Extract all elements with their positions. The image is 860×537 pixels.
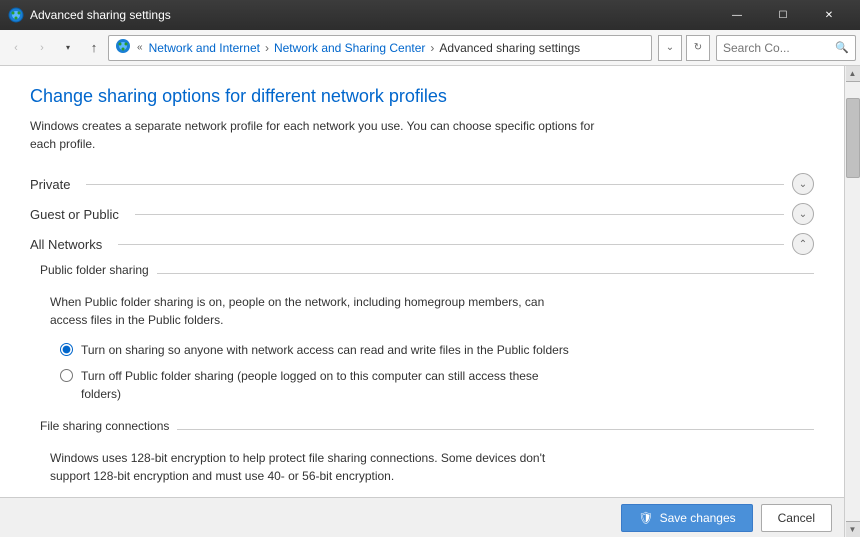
breadcrumb: « Network and Internet › Network and Sha… [115, 38, 580, 57]
window-controls: — ☐ ✕ [714, 0, 852, 30]
guest-public-label: Guest or Public [30, 207, 119, 222]
cancel-button[interactable]: Cancel [761, 504, 832, 532]
page-title: Change sharing options for different net… [30, 86, 814, 107]
back-button[interactable]: ‹ [4, 36, 28, 60]
public-folder-description: When Public folder sharing is on, people… [50, 293, 570, 329]
title-bar: Advanced sharing settings — ☐ ✕ [0, 0, 860, 30]
all-networks-section-header[interactable]: All Networks ⌃ [30, 233, 814, 255]
scroll-down-button[interactable]: ▼ [846, 521, 860, 537]
all-networks-divider [118, 244, 784, 245]
breadcrumb-advanced-sharing: Advanced sharing settings [439, 41, 580, 55]
main-container: Change sharing options for different net… [0, 66, 860, 537]
guest-public-divider [135, 214, 784, 215]
turn-on-sharing-option: Turn on sharing so anyone with network a… [60, 341, 814, 359]
private-divider [86, 184, 784, 185]
address-right: ⌄ ↻ [658, 35, 710, 61]
file-sharing-label: File sharing connections [40, 419, 169, 433]
search-box[interactable]: 🔍 [716, 35, 856, 61]
save-changes-button[interactable]: 🛡 Save changes [621, 504, 752, 532]
all-networks-content: Public folder sharing When Public folder… [30, 263, 814, 497]
forward-button[interactable]: › [30, 36, 54, 60]
window-icon [8, 7, 24, 23]
public-folder-sharing-section: Public folder sharing When Public folder… [30, 263, 814, 403]
breadcrumb-arrows: « [137, 42, 143, 53]
file-sharing-connections-section: File sharing connections Windows uses 12… [30, 419, 814, 497]
breadcrumb-icon [115, 38, 131, 57]
breadcrumb-network-internet[interactable]: Network and Internet [149, 41, 260, 55]
save-label: Save changes [660, 511, 736, 525]
public-folder-label: Public folder sharing [40, 263, 149, 277]
file-sharing-divider [177, 429, 814, 430]
private-section-header[interactable]: Private ⌄ [30, 173, 814, 195]
refresh-button[interactable]: ↻ [686, 35, 710, 61]
public-folder-divider [157, 273, 814, 274]
page-description: Windows creates a separate network profi… [30, 117, 610, 153]
turn-off-sharing-option: Turn off Public folder sharing (people l… [60, 367, 814, 403]
breadcrumb-sep-1: › [265, 41, 269, 55]
window-title: Advanced sharing settings [30, 8, 714, 22]
guest-public-section-header[interactable]: Guest or Public ⌄ [30, 203, 814, 225]
address-field[interactable]: « Network and Internet › Network and Sha… [108, 35, 652, 61]
maximize-button[interactable]: ☐ [760, 0, 806, 30]
turn-on-sharing-label[interactable]: Turn on sharing so anyone with network a… [81, 341, 569, 359]
turn-off-sharing-label[interactable]: Turn off Public folder sharing (people l… [81, 367, 581, 403]
guest-public-toggle[interactable]: ⌄ [792, 203, 814, 225]
dropdown-button[interactable]: ⌄ [658, 35, 682, 61]
bottom-bar: 🛡 Save changes Cancel [0, 497, 844, 537]
all-networks-label: All Networks [30, 237, 102, 252]
close-button[interactable]: ✕ [806, 0, 852, 30]
save-icon: 🛡 [638, 511, 653, 525]
search-input[interactable] [723, 41, 835, 55]
private-label: Private [30, 177, 70, 192]
content-area: Change sharing options for different net… [0, 66, 844, 537]
search-icon: 🔍 [835, 41, 849, 54]
private-toggle[interactable]: ⌄ [792, 173, 814, 195]
turn-off-sharing-radio[interactable] [60, 369, 73, 382]
scroll-up-button[interactable]: ▲ [846, 66, 860, 82]
breadcrumb-sep-2: › [430, 41, 434, 55]
address-bar: ‹ › ▾ ↑ « Network and Internet › Network… [0, 30, 860, 66]
recent-locations-button[interactable]: ▾ [56, 36, 80, 60]
all-networks-toggle[interactable]: ⌃ [792, 233, 814, 255]
file-sharing-header: File sharing connections [30, 419, 814, 439]
scrollbar-thumb[interactable] [846, 98, 860, 178]
turn-on-sharing-radio[interactable] [60, 343, 73, 356]
breadcrumb-sharing-center[interactable]: Network and Sharing Center [274, 41, 425, 55]
scrollbar[interactable]: ▲ ▼ [844, 66, 860, 537]
up-button[interactable]: ↑ [82, 36, 106, 60]
file-sharing-description: Windows uses 128-bit encryption to help … [50, 449, 570, 485]
minimize-button[interactable]: — [714, 0, 760, 30]
content-scroll[interactable]: Change sharing options for different net… [0, 66, 844, 497]
public-folder-header: Public folder sharing [30, 263, 814, 283]
